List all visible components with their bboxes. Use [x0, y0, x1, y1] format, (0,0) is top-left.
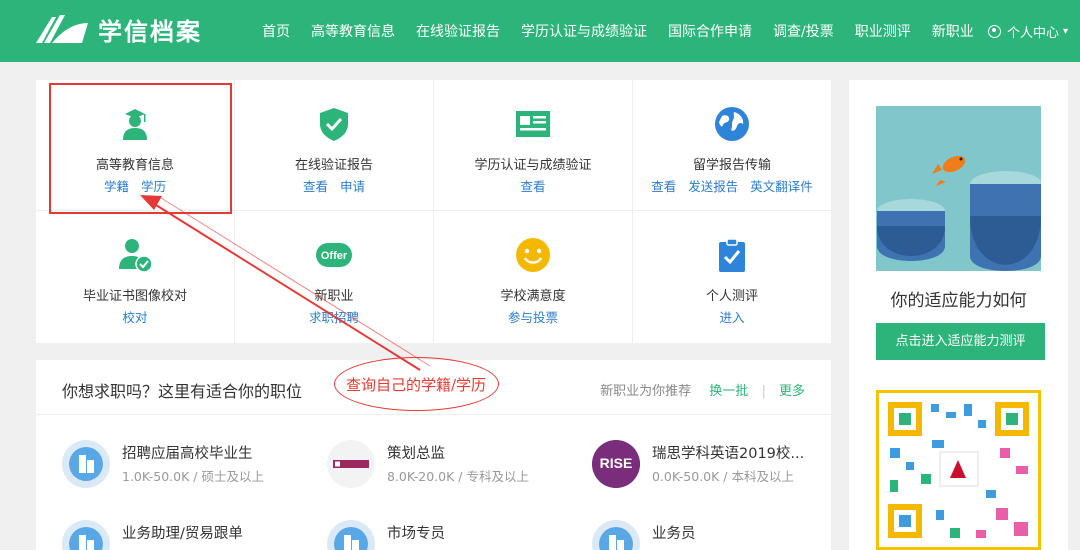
annotation-arrow-icon: [140, 195, 431, 371]
annotation-text: 查询自己的学籍/学历: [346, 376, 487, 394]
